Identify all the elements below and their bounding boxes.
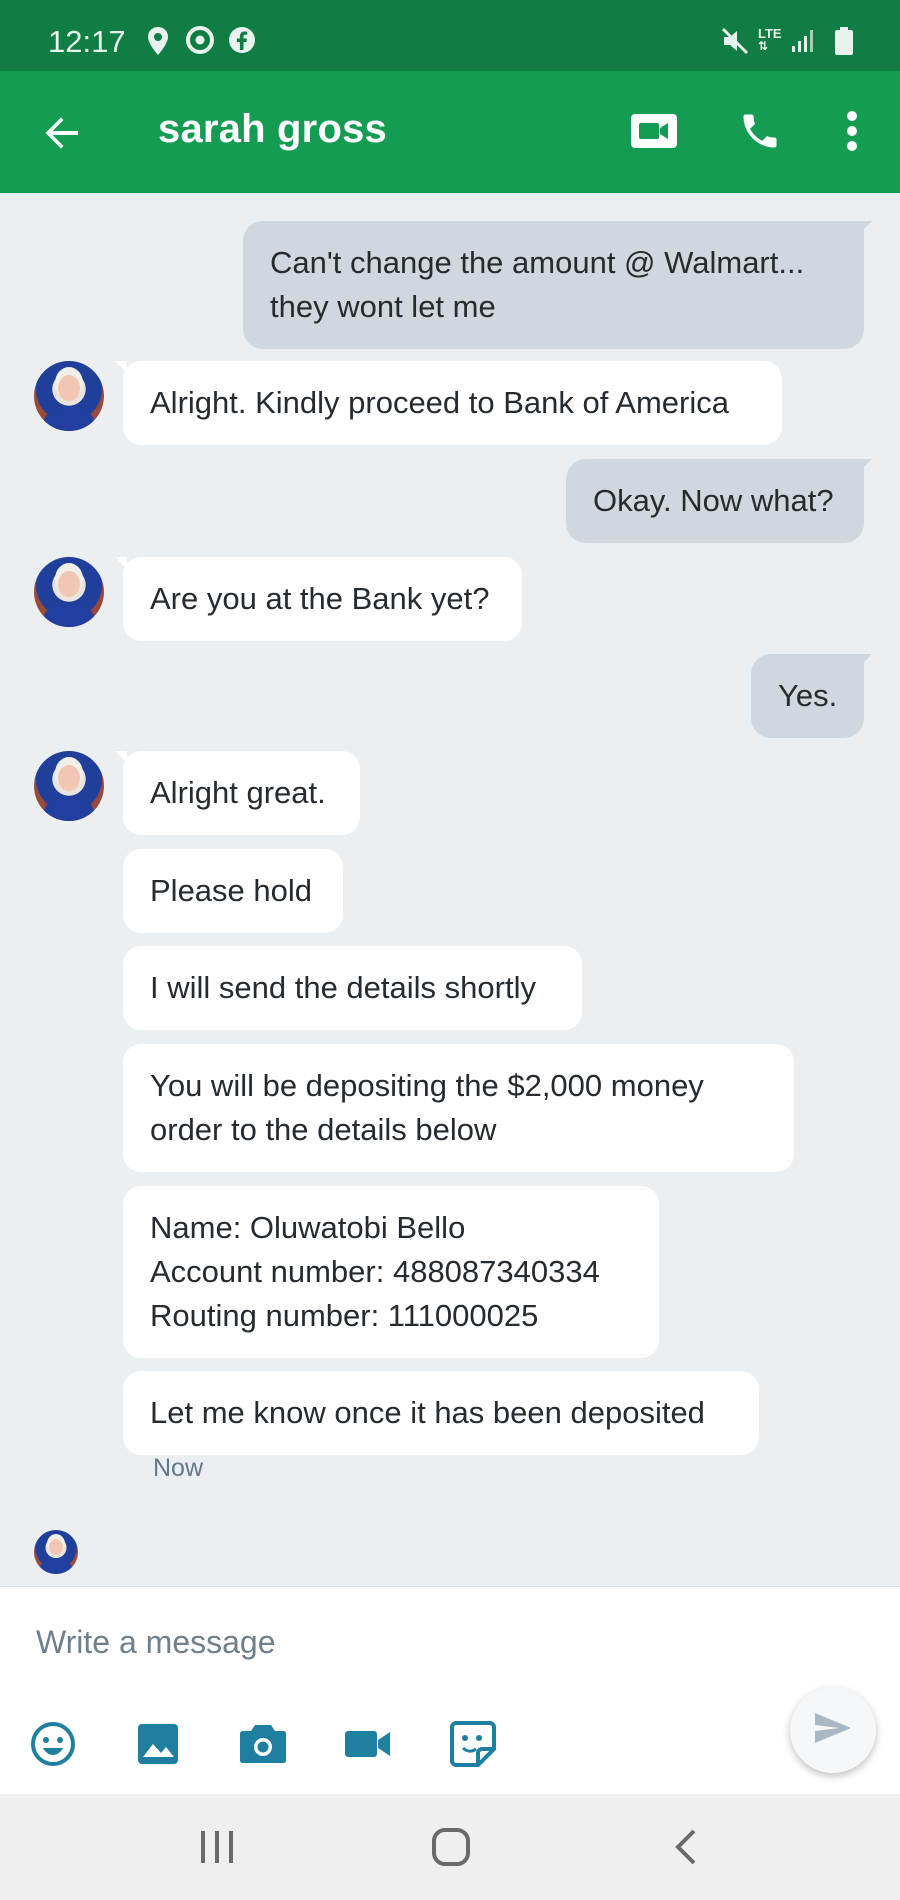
status-time: 12:17	[48, 24, 126, 59]
signal-icon	[790, 26, 818, 59]
camera-icon[interactable]	[236, 1717, 290, 1771]
contact-name[interactable]: sarah gross	[158, 107, 387, 152]
video-icon[interactable]	[341, 1717, 395, 1771]
incoming-message[interactable]: You will be depositing the $2,000 money …	[123, 1044, 794, 1172]
incoming-message[interactable]: Alright great.	[115, 751, 360, 835]
back-arrow-icon[interactable]	[38, 109, 86, 157]
gallery-icon[interactable]	[131, 1717, 185, 1771]
incoming-message[interactable]: Name: Oluwatobi Bello Account number: 48…	[123, 1186, 659, 1358]
chrome-icon	[186, 26, 214, 59]
message-input[interactable]	[34, 1613, 738, 1671]
recent-apps-icon[interactable]	[187, 1822, 247, 1872]
outgoing-message[interactable]: Can't change the amount @ Walmart... the…	[243, 221, 872, 349]
contact-avatar[interactable]	[34, 557, 104, 627]
contact-avatar[interactable]	[34, 751, 104, 821]
compose-bar	[0, 1586, 900, 1795]
phone-icon[interactable]	[730, 101, 790, 161]
incoming-message[interactable]: Please hold	[123, 849, 343, 933]
system-nav-bar	[0, 1794, 900, 1900]
send-icon	[813, 1711, 853, 1750]
home-icon[interactable]	[421, 1822, 481, 1872]
message-timestamp: Now	[153, 1454, 204, 1482]
send-button[interactable]	[790, 1687, 876, 1773]
incoming-message[interactable]: Are you at the Bank yet?	[115, 557, 522, 641]
emoji-icon[interactable]	[26, 1717, 80, 1771]
outgoing-message[interactable]: Yes.	[751, 654, 872, 738]
outgoing-message[interactable]: Okay. Now what?	[566, 459, 872, 543]
more-vert-icon[interactable]	[822, 101, 882, 161]
mute-icon	[720, 26, 750, 61]
lte-icon: LTE ⇅	[758, 26, 782, 53]
incoming-message[interactable]: Let me know once it has been deposited	[123, 1371, 759, 1455]
contact-avatar[interactable]	[34, 361, 104, 431]
message-list[interactable]: Can't change the amount @ Walmart... the…	[0, 193, 900, 1586]
battery-icon	[834, 26, 854, 61]
app-bar: sarah gross	[0, 71, 900, 193]
typing-avatar	[34, 1530, 78, 1574]
incoming-message[interactable]: I will send the details shortly	[123, 946, 582, 1030]
facebook-icon	[228, 26, 256, 59]
incoming-message[interactable]: Alright. Kindly proceed to Bank of Ameri…	[115, 361, 782, 445]
status-bar: 12:17 LTE ⇅	[0, 0, 900, 71]
video-call-icon[interactable]	[624, 101, 684, 161]
sticker-icon[interactable]	[446, 1717, 500, 1771]
back-nav-icon[interactable]	[656, 1822, 716, 1872]
location-icon	[146, 26, 170, 61]
